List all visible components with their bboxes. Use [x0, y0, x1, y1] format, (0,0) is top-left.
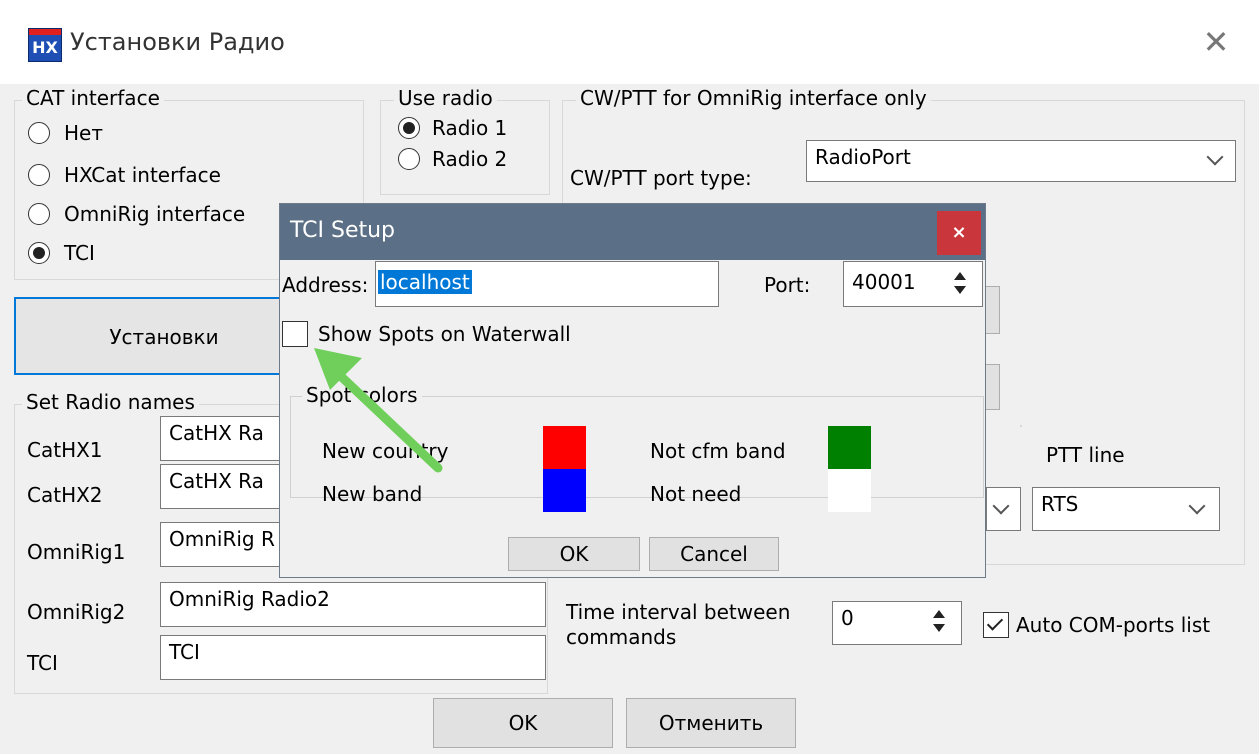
ptt-line-label: PTT line	[1046, 443, 1125, 467]
cat-radio-omnirig[interactable]	[28, 203, 50, 225]
spot-color-new-band-label: New band	[322, 482, 423, 506]
port-spinner[interactable]: 40001	[843, 261, 983, 307]
hidden-button-edge-2	[984, 364, 1000, 410]
use-radio-2-label: Radio 2	[432, 147, 508, 171]
ptt-line-value: RTS	[1041, 492, 1079, 516]
not-need-color-swatch[interactable]	[828, 469, 871, 512]
cat-radio-hxcat[interactable]	[28, 164, 50, 186]
time-interval-label-1: Time interval between	[566, 600, 791, 624]
main-ok-label: OK	[508, 711, 538, 735]
dialog-cancel-button[interactable]: Cancel	[649, 537, 779, 571]
time-interval-spinner[interactable]: 0	[832, 601, 962, 645]
radio-name-value-omnirig1: OmniRig R	[169, 527, 275, 551]
chevron-down-icon	[1206, 148, 1224, 166]
dialog-ok-label: OK	[559, 542, 589, 566]
cwptt-port-type-label: CW/PTT port type:	[570, 166, 752, 190]
new-band-color-swatch[interactable]	[543, 469, 586, 512]
radio-name-label-cathx1: CatHX1	[27, 438, 103, 462]
dialog-cancel-label: Cancel	[680, 542, 748, 566]
radio-name-value-omnirig2: OmniRig Radio2	[169, 587, 330, 611]
cwptt-port-type-value: RadioPort	[815, 145, 911, 169]
radio-name-label-tci: TCI	[27, 651, 58, 675]
radio-name-label-cathx2: CatHX2	[27, 483, 103, 507]
use-radio-1[interactable]	[398, 117, 420, 139]
ptt-line-select[interactable]: RTS	[1032, 487, 1220, 531]
radio-name-input-cathx2[interactable]: CatHX Ra	[160, 464, 290, 509]
cwptt-label: CW/PTT for OmniRig interface only	[576, 86, 931, 110]
radio-name-input-omnirig1[interactable]: OmniRig R	[160, 522, 290, 567]
radio-name-label-omnirig2: OmniRig2	[27, 600, 126, 624]
address-value: localhost	[378, 270, 472, 294]
app-icon: HX	[28, 28, 62, 62]
address-label: Address:	[282, 273, 369, 297]
radio-name-input-omnirig2[interactable]: OmniRig Radio2	[160, 582, 546, 627]
cat-option-tci-label: TCI	[64, 241, 95, 265]
port-value: 40001	[852, 270, 916, 294]
app-icon-text: HX	[32, 38, 58, 57]
radio-name-label-omnirig1: OmniRig1	[27, 540, 126, 564]
use-radio-1-label: Radio 1	[432, 116, 508, 140]
title-bar: HX Установки Радио ✕	[0, 0, 1259, 84]
spot-color-not-cfm-band-label: Not cfm band	[650, 439, 786, 463]
tci-dialog-title: TCI Setup	[290, 218, 396, 243]
checkmark-icon	[986, 614, 1004, 631]
spot-color-not-need-label: Not need	[650, 482, 742, 506]
chevron-down-icon	[992, 497, 1010, 515]
cat-option-omnirig-label: OmniRig interface	[64, 202, 246, 226]
time-interval-label-2: commands	[566, 625, 677, 649]
setup-button[interactable]: Установки	[14, 297, 314, 375]
hidden-button-edge	[984, 286, 1000, 334]
address-input[interactable]: localhost	[375, 261, 719, 307]
spin-down-icon[interactable]	[954, 286, 966, 294]
close-icon[interactable]: ×	[937, 211, 981, 255]
port-label: Port:	[764, 273, 811, 297]
radio-name-input-cathx1[interactable]: CatHX Ra	[160, 416, 290, 461]
time-interval-value: 0	[841, 606, 854, 630]
tci-dialog-title-bar: TCI Setup ×	[280, 204, 985, 260]
radio-name-input-tci[interactable]: TCI	[160, 635, 546, 680]
main-cancel-label: Отменить	[658, 711, 764, 735]
spin-down-icon[interactable]	[933, 624, 945, 632]
radio-name-value-cathx2: CatHX Ra	[169, 469, 264, 493]
radio-name-value-cathx1: CatHX Ra	[169, 421, 264, 445]
cat-option-none-label: Нет	[64, 121, 103, 145]
spin-up-icon[interactable]	[933, 610, 945, 618]
chevron-down-icon	[1188, 497, 1206, 515]
radio-name-value-tci: TCI	[169, 640, 200, 664]
cat-radio-tci[interactable]	[28, 242, 50, 264]
use-radio-2[interactable]	[398, 148, 420, 170]
main-cancel-button[interactable]: Отменить	[626, 698, 796, 748]
use-radio-label: Use radio	[394, 86, 497, 110]
dialog-ok-button[interactable]: OK	[508, 537, 640, 571]
new-country-color-swatch[interactable]	[543, 426, 586, 469]
annotation-arrow-icon	[314, 348, 443, 473]
spin-up-icon[interactable]	[954, 272, 966, 280]
window-title: Установки Радио	[70, 28, 285, 56]
auto-com-checkbox[interactable]	[983, 612, 1009, 638]
close-icon[interactable]: ✕	[1196, 22, 1236, 62]
cw-line-select[interactable]	[986, 487, 1021, 531]
cwptt-port-type-select[interactable]: RadioPort	[806, 140, 1236, 182]
ptt-line-frame	[1020, 425, 1022, 427]
auto-com-label: Auto COM-ports list	[1016, 613, 1211, 637]
cat-interface-label: CAT interface	[22, 86, 164, 110]
setup-button-label: Установки	[109, 325, 219, 349]
cat-option-hxcat-label: HXCat interface	[64, 163, 221, 187]
cat-radio-none[interactable]	[28, 122, 50, 144]
not-cfm-band-color-swatch[interactable]	[828, 426, 871, 469]
radio-names-label: Set Radio names	[22, 390, 199, 414]
main-ok-button[interactable]: OK	[433, 698, 613, 748]
